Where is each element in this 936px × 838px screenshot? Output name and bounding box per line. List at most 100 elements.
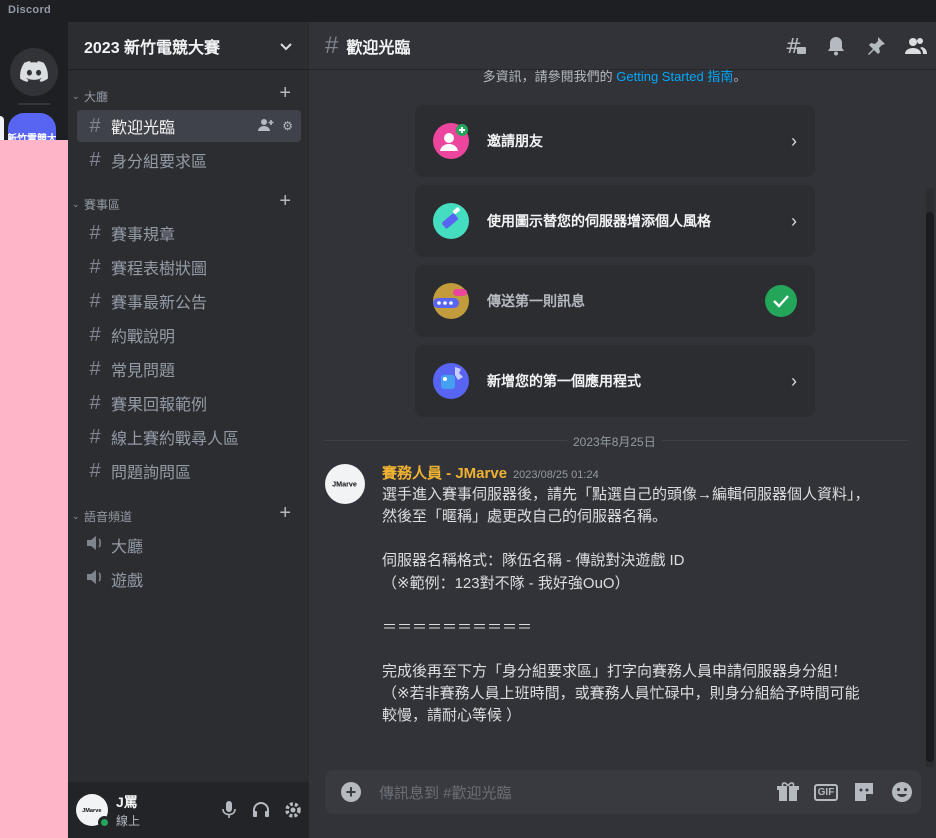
- add-channel-icon[interactable]: +: [279, 503, 291, 523]
- emoji-icon[interactable]: [883, 770, 921, 814]
- pinned-messages-icon[interactable]: [856, 34, 896, 58]
- sticker-icon[interactable]: [845, 770, 883, 814]
- channel-label: 歡迎光臨: [111, 120, 176, 137]
- speaker-icon: [85, 568, 105, 591]
- action-label: 新增您的第一個應用程式: [487, 373, 641, 389]
- channel-label: 身分組要求區: [111, 154, 208, 171]
- channel-label: 賽果回報範例: [111, 397, 208, 414]
- invite-friends-icon: [433, 123, 469, 159]
- channel-welcome[interactable]: # 歡迎光臨 ⚙: [77, 110, 301, 142]
- category-lobby[interactable]: ⌄ 大廳 +: [68, 83, 309, 106]
- locked-hash-icon: #: [89, 255, 101, 278]
- category-event[interactable]: ⌄ 賽事區 +: [68, 191, 309, 214]
- action-invite-friends[interactable]: 邀請朋友 ›: [415, 105, 815, 177]
- channel-rules[interactable]: # 賽事規章: [77, 217, 301, 249]
- gif-button[interactable]: GIF: [807, 770, 845, 814]
- message-paragraph: ＝＝＝＝＝＝＝＝＝＝: [382, 618, 533, 636]
- locked-hash-icon: #: [89, 357, 101, 380]
- server-header[interactable]: 2023 新竹電競大賽: [68, 22, 309, 70]
- locked-hash-icon: #: [89, 459, 101, 482]
- threads-icon[interactable]: #: [776, 34, 816, 58]
- channel-label: 問題詢問區: [111, 465, 192, 482]
- title-bar: Discord: [0, 0, 936, 22]
- channel-questions[interactable]: # 問題詢問區: [77, 455, 301, 487]
- message-content: 選手進入賽事伺服器後，請先「點選自己的頭像→編輯伺服器個人資料」，然後至「暱稱」…: [382, 484, 872, 728]
- intro-suffix: 。: [733, 69, 747, 84]
- avatar-text: JMarve: [332, 480, 358, 488]
- app-title: Discord: [8, 4, 52, 16]
- channel-online-match[interactable]: # 線上賽約戰尋人區: [77, 421, 301, 453]
- chevron-right-icon: ›: [791, 130, 797, 151]
- voice-channel-game[interactable]: 遊戲: [77, 563, 301, 595]
- message-paragraph: 選手進入賽事伺服器後，請先「點選自己的頭像→編輯伺服器個人資料」，然後至「暱稱」…: [382, 486, 870, 526]
- message-bubble-icon: [433, 283, 469, 319]
- chevron-down-icon: [280, 42, 292, 50]
- member-list-icon[interactable]: [896, 34, 936, 58]
- gift-icon[interactable]: [769, 770, 807, 814]
- add-channel-icon[interactable]: +: [279, 191, 291, 211]
- channel-label: 賽事規章: [111, 227, 176, 244]
- action-label: 邀請朋友: [487, 133, 543, 149]
- add-channel-icon[interactable]: +: [279, 83, 291, 103]
- voice-channel-lobby[interactable]: 大廳: [77, 529, 301, 561]
- action-label: 使用圖示替您的伺服器增添個人風格: [487, 213, 711, 229]
- app-wrench-icon: [433, 363, 469, 399]
- message-input[interactable]: 傳訊息到 #歡迎光臨: [379, 782, 769, 803]
- intro-prefix: 多資訊，請參閱我們的: [482, 69, 617, 84]
- paintbrush-icon: [433, 203, 469, 239]
- chevron-right-icon: ›: [791, 370, 797, 391]
- channel-label: 約戰說明: [111, 329, 176, 346]
- locked-hash-icon: #: [89, 391, 101, 414]
- invite-icon[interactable]: [258, 118, 274, 135]
- message-author[interactable]: 賽務人員 - JMarve: [382, 465, 507, 482]
- channel-header: # 歡迎光臨 #: [309, 22, 936, 70]
- action-send-first-message[interactable]: 傳送第一則訊息: [415, 265, 815, 337]
- channel-announcements[interactable]: # 賽事最新公告: [77, 285, 301, 317]
- category-voice[interactable]: ⌄ 語音頻道 +: [68, 503, 309, 526]
- channel-match-guide[interactable]: # 約戰說明: [77, 319, 301, 351]
- user-settings-button[interactable]: [277, 794, 309, 826]
- gif-icon: GIF: [813, 783, 839, 801]
- hash-icon: #: [89, 148, 101, 171]
- action-add-first-app[interactable]: 新增您的第一個應用程式 ›: [415, 345, 815, 417]
- notification-bell-icon[interactable]: [816, 34, 856, 58]
- attach-plus-icon[interactable]: +: [341, 782, 361, 802]
- message-paragraph: [382, 639, 872, 661]
- action-personalize-icon[interactable]: 使用圖示替您的伺服器增添個人風格 ›: [415, 185, 815, 257]
- server-name: 2023 新竹電競大賽: [84, 39, 221, 57]
- channel-role-request[interactable]: # 身分組要求區: [77, 144, 301, 176]
- message-paragraph: 伺服器名稱格式：隊伍名稱 - 傳說對決遊戲 ID （※範例：123對不隊 - 我…: [382, 552, 685, 592]
- gear-icon[interactable]: ⚙: [282, 119, 293, 133]
- user-avatar[interactable]: JMarve: [76, 794, 111, 829]
- channel-label: 大廳: [111, 539, 144, 556]
- category-label: 賽事區: [84, 197, 121, 212]
- getting-started-link[interactable]: Getting Started 指南: [616, 69, 733, 84]
- author-avatar[interactable]: JMarve: [325, 464, 365, 504]
- rail-separator: [18, 103, 50, 105]
- user-info[interactable]: J罵 線上: [116, 792, 213, 829]
- user-status: 線上: [116, 813, 141, 828]
- mute-button[interactable]: [213, 794, 245, 826]
- hash-icon: #: [325, 31, 339, 59]
- channel-label: 賽程表樹狀圖: [111, 261, 208, 278]
- chevron-right-icon: ›: [791, 210, 797, 231]
- chevron-down-icon: ⌄: [72, 198, 80, 209]
- channel-result-example[interactable]: # 賽果回報範例: [77, 387, 301, 419]
- gear-icon: [285, 802, 301, 818]
- channel-label: 線上賽約戰尋人區: [111, 431, 240, 448]
- chevron-down-icon: ⌄: [72, 510, 80, 521]
- date-divider: 2023年8月25日: [567, 433, 662, 450]
- hash-icon: #: [89, 114, 101, 137]
- user-panel: JMarve J罵 線上: [68, 782, 309, 838]
- category-label: 語音頻道: [84, 509, 133, 524]
- home-button[interactable]: [10, 48, 58, 96]
- message-paragraph: [382, 528, 872, 550]
- avatar-text: JMarve: [82, 806, 102, 814]
- message-timestamp: 2023/08/25 01:24: [513, 469, 599, 481]
- deafen-button[interactable]: [245, 794, 277, 826]
- channel-label: 常見問題: [111, 363, 176, 380]
- channel-faq[interactable]: # 常見問題: [77, 353, 301, 385]
- channel-bracket[interactable]: # 賽程表樹狀圖: [77, 251, 301, 283]
- scrollbar-thumb[interactable]: [926, 212, 934, 762]
- message-composer[interactable]: + 傳訊息到 #歡迎光臨 GIF: [325, 770, 921, 814]
